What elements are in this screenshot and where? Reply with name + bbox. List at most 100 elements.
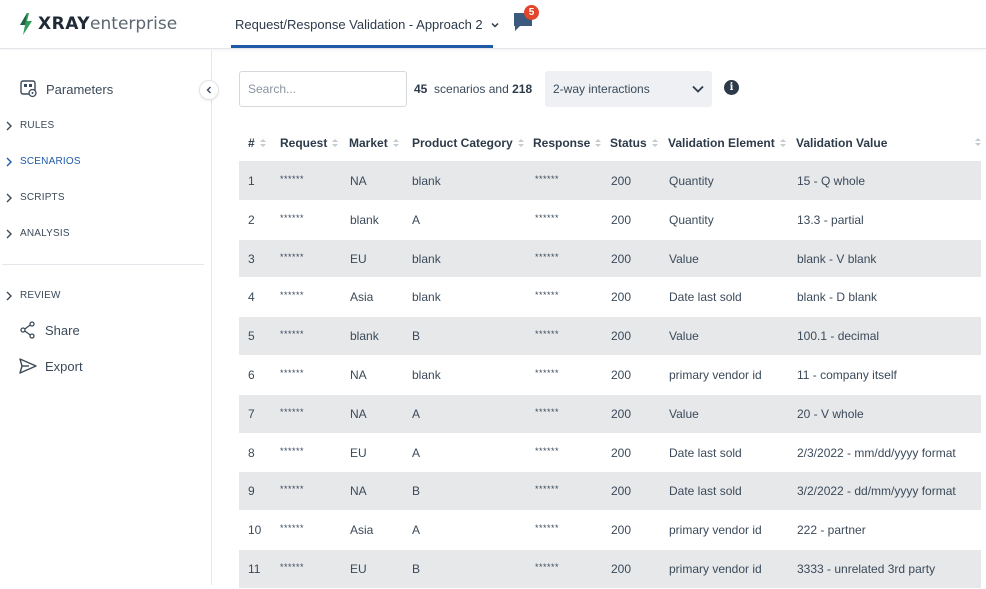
column-header-number[interactable]: # xyxy=(248,136,266,150)
cell-market: EU xyxy=(350,251,367,266)
cell-validation-value: 13.3 - partial xyxy=(797,212,864,227)
cell-request: ****** xyxy=(280,329,305,340)
cell-validation-value: blank - V blank xyxy=(797,251,877,266)
cell-validation-element: Date last sold xyxy=(669,445,742,460)
cell-number: 3 xyxy=(248,251,255,266)
table-row[interactable]: 3 ****** EU blank ****** 200 Value blank - V bl… xyxy=(239,239,981,279)
column-header-market[interactable]: Market xyxy=(349,136,399,150)
cell-market: Asia xyxy=(350,290,374,305)
cell-response: ****** xyxy=(535,523,560,534)
column-header-validation-element[interactable]: Validation Element xyxy=(668,136,786,150)
cell-number: 9 xyxy=(248,484,255,499)
sidebar-divider xyxy=(2,264,204,265)
info-icon[interactable]: i xyxy=(724,80,739,95)
cell-product-category: blank xyxy=(412,290,441,305)
cell-market: blank xyxy=(350,329,379,344)
sidebar-item-analysis[interactable]: ANALYSIS xyxy=(0,228,70,239)
interaction-count: 218 xyxy=(512,82,533,96)
cell-validation-value: 100.1 - decimal xyxy=(797,329,880,344)
cell-status: 200 xyxy=(611,445,632,460)
chevron-left-icon xyxy=(206,86,211,94)
cell-request: ****** xyxy=(280,290,305,301)
cell-validation-element: Quantity xyxy=(669,212,714,227)
sort-icon xyxy=(392,138,399,148)
table-row[interactable]: 6 ****** NA blank ****** 200 primary vendor id… xyxy=(239,356,981,395)
sidebar-item-rules[interactable]: RULES xyxy=(0,120,54,131)
cell-product-category: A xyxy=(412,445,421,460)
xray-logo[interactable]: XRAY enterprise xyxy=(18,12,177,36)
column-header-status[interactable]: Status xyxy=(610,136,658,150)
cell-validation-element: Date last sold xyxy=(669,290,742,305)
cell-number: 10 xyxy=(248,523,262,538)
cell-request: ****** xyxy=(280,445,305,456)
table-row[interactable]: 7 ****** NA A ****** 200 Value 20 - V whole xyxy=(239,394,981,434)
table-row[interactable]: 1 ****** NA blank ****** 200 Quantity 15 - Q wh… xyxy=(239,162,981,201)
interaction-select-value: 2-way interactions xyxy=(553,82,650,96)
cell-validation-element: primary vendor id xyxy=(669,367,762,382)
cell-request: ****** xyxy=(280,406,305,417)
cell-request: ****** xyxy=(280,367,305,378)
cell-response: ****** xyxy=(535,445,560,456)
sidebar-item-share[interactable]: Share xyxy=(19,321,80,339)
column-header-label: Status xyxy=(610,136,647,150)
cell-validation-element: primary vendor id xyxy=(669,523,762,538)
logo-strong-text: XRAY xyxy=(38,14,91,34)
sort-icon xyxy=(517,138,524,148)
cell-status: 200 xyxy=(611,290,632,305)
project-selector[interactable]: Request/Response Validation - Approach 2 xyxy=(235,17,499,32)
table-row[interactable]: 4 ****** Asia blank ****** 200 Date last sold b… xyxy=(239,278,981,318)
cell-validation-value: 222 - partner xyxy=(797,523,866,538)
section-label: REVIEW xyxy=(20,290,61,301)
sidebar-item-review[interactable]: REVIEW xyxy=(0,290,61,301)
send-icon xyxy=(19,358,37,374)
cell-validation-element: Value xyxy=(669,406,699,421)
table-row[interactable]: 11 ****** EU B ****** 200 primary vendor id 333… xyxy=(239,549,981,589)
sidebar: Parameters RULES SCENARIOS SCRIPTS ANALY… xyxy=(0,50,219,585)
sidebar-item-scripts[interactable]: SCRIPTS xyxy=(0,192,65,203)
cell-validation-value: 3/2/2022 - dd/mm/yyyy format xyxy=(797,484,956,499)
cell-request: ****** xyxy=(280,484,305,495)
table-row[interactable]: 5 ****** blank B ****** 200 Value 100.1 - decim… xyxy=(239,317,981,356)
column-header-validation-value[interactable]: Validation Value xyxy=(796,136,887,150)
cell-response: ****** xyxy=(535,329,560,340)
interaction-select[interactable]: 2-way interactions xyxy=(545,71,712,107)
sidebar-item-parameters[interactable]: Parameters xyxy=(20,80,113,98)
cell-market: NA xyxy=(350,367,367,382)
chevron-down-icon xyxy=(692,85,704,93)
cell-response: ****** xyxy=(535,251,560,262)
column-header-product-category[interactable]: Product Category xyxy=(412,136,524,150)
cell-number: 1 xyxy=(248,174,255,188)
sidebar-item-export[interactable]: Export xyxy=(19,357,83,375)
cell-market: Asia xyxy=(350,523,374,538)
column-header-label: Validation Element xyxy=(668,136,775,150)
cell-market: blank xyxy=(350,212,379,227)
sort-icon xyxy=(332,138,339,148)
cell-market: NA xyxy=(350,406,367,421)
column-header-response[interactable]: Response xyxy=(533,136,602,150)
cell-status: 200 xyxy=(611,561,632,576)
cell-status: 200 xyxy=(611,251,632,266)
cell-request: ****** xyxy=(280,523,305,534)
cell-validation-value: 15 - Q whole xyxy=(797,174,866,188)
search-input[interactable] xyxy=(239,71,407,107)
table-row[interactable]: 9 ****** NA B ****** 200 Date last sold 3/2/202… xyxy=(239,472,981,512)
chevron-down-icon xyxy=(491,22,499,28)
cell-validation-value: 3333 - unrelated 3rd party xyxy=(797,561,936,576)
cell-number: 2 xyxy=(248,212,255,227)
column-header-label: Request xyxy=(280,136,328,150)
export-label: Export xyxy=(45,358,83,374)
cell-product-category: B xyxy=(412,561,421,576)
collapse-sidebar-button[interactable] xyxy=(199,80,219,100)
table-row[interactable]: 10 ****** Asia A ****** 200 primary vendor id 2… xyxy=(239,511,981,550)
sort-icon xyxy=(595,138,602,148)
column-header-label: Market xyxy=(349,136,388,150)
cell-request: ****** xyxy=(280,251,305,262)
sort-icon[interactable] xyxy=(975,138,981,147)
sidebar-item-scenarios[interactable]: SCENARIOS xyxy=(0,156,81,167)
table-row[interactable]: 2 ****** blank A ****** 200 Quantity 13.3 - par… xyxy=(239,201,981,240)
cell-validation-element: Value xyxy=(669,329,699,344)
column-header-request[interactable]: Request xyxy=(280,136,339,150)
cell-response: ****** xyxy=(535,484,560,495)
table-row[interactable]: 8 ****** EU A ****** 200 Date last sold 2/3/202… xyxy=(239,434,981,473)
active-tab-underline xyxy=(231,45,493,48)
